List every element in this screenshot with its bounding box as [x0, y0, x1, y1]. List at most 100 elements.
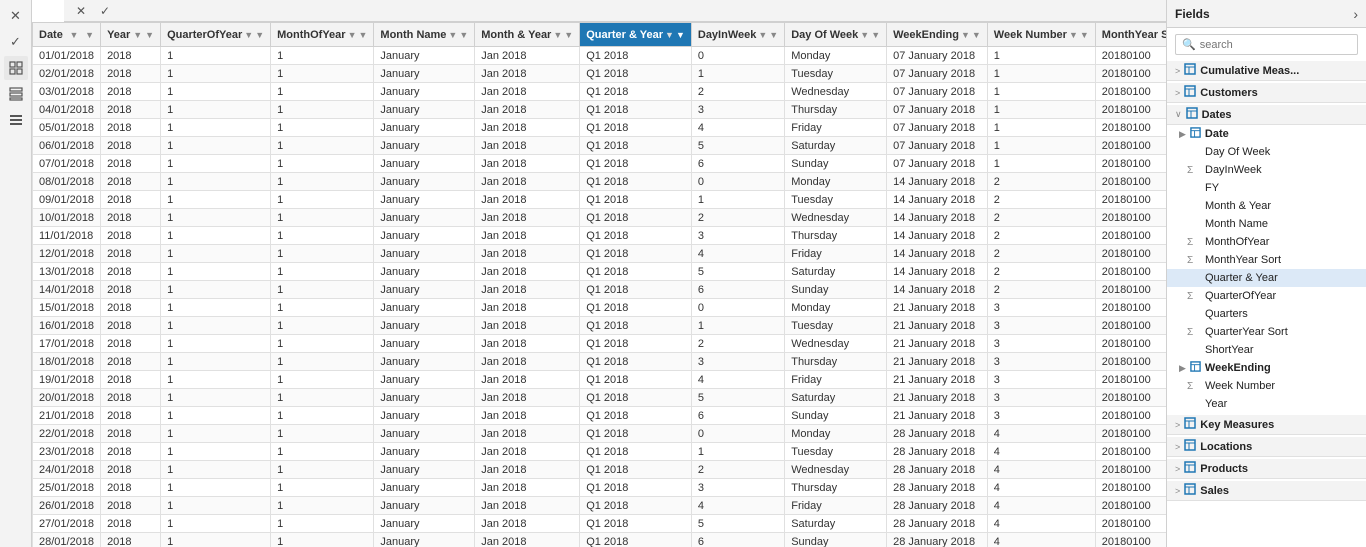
- field-item-quarterofyear[interactable]: Σ QuarterOfYear: [1167, 287, 1366, 305]
- list-icon[interactable]: [4, 108, 28, 132]
- col-header-week-number[interactable]: Week Number ▼ ▼: [987, 23, 1095, 47]
- table-cell: 6: [691, 533, 784, 547]
- table-cell: 2018: [101, 137, 161, 155]
- subgroup-label: WeekEnding: [1205, 362, 1358, 374]
- group-label: Products: [1200, 463, 1358, 475]
- table-cell: 05/01/2018: [33, 119, 101, 137]
- field-group-header-locations[interactable]: > Locations: [1167, 437, 1366, 457]
- field-subgroup-date[interactable]: ▶ Date: [1167, 125, 1366, 143]
- col-header-month-&-year[interactable]: Month & Year ▼ ▼: [475, 23, 580, 47]
- filter-icon[interactable]: ▼: [769, 30, 778, 40]
- filter-icon[interactable]: ▼: [564, 30, 573, 40]
- table-cell: 20180100: [1095, 425, 1166, 443]
- table-row: 13/01/2018201811JanuaryJan 2018Q1 20185S…: [33, 263, 1167, 281]
- table-cell: 2018: [101, 425, 161, 443]
- field-item-quarteryear-sort[interactable]: Σ QuarterYear Sort: [1167, 323, 1366, 341]
- table-cell: 1: [161, 479, 271, 497]
- field-item-month-&-year[interactable]: Month & Year: [1167, 197, 1366, 215]
- field-item-fy[interactable]: FY: [1167, 179, 1366, 197]
- table-cell: January: [374, 245, 475, 263]
- sort-icon: ▼: [348, 30, 357, 40]
- table-cell: 1: [987, 83, 1095, 101]
- close-icon[interactable]: ✕: [4, 4, 28, 28]
- table-cell: 01/01/2018: [33, 47, 101, 65]
- table-cell: Monday: [785, 425, 887, 443]
- table-cell: 2018: [101, 65, 161, 83]
- table-cell: Jan 2018: [475, 461, 580, 479]
- field-item-week-number[interactable]: Σ Week Number: [1167, 377, 1366, 395]
- field-group-header-sales[interactable]: > Sales: [1167, 481, 1366, 501]
- col-header-dayinweek[interactable]: DayInWeek ▼ ▼: [691, 23, 784, 47]
- field-item-dayinweek[interactable]: Σ DayInWeek: [1167, 161, 1366, 179]
- col-header-monthyear-sort[interactable]: MonthYear Sort ▼ ▼: [1095, 23, 1166, 47]
- table-row: 12/01/2018201811JanuaryJan 2018Q1 20184F…: [33, 245, 1167, 263]
- search-input[interactable]: [1200, 39, 1351, 51]
- filter-icon[interactable]: ▼: [459, 30, 468, 40]
- col-header-quarterofyear[interactable]: QuarterOfYear ▼ ▼: [161, 23, 271, 47]
- field-label: Quarter & Year: [1205, 272, 1278, 284]
- field-subgroup-weekending[interactable]: ▶ WeekEnding: [1167, 359, 1366, 377]
- table-cell: 03/01/2018: [33, 83, 101, 101]
- field-group-header-key-measures[interactable]: > Key Measures: [1167, 415, 1366, 435]
- filter-icon[interactable]: ▼: [85, 30, 94, 40]
- field-group-header-dates[interactable]: ∨ Dates: [1167, 105, 1366, 125]
- col-header-quarter-&-year[interactable]: Quarter & Year ▼ ▼: [580, 23, 692, 47]
- check-icon[interactable]: ✓: [4, 30, 28, 54]
- col-header-monthofyear[interactable]: MonthOfYear ▼ ▼: [271, 23, 374, 47]
- field-group-header-customers[interactable]: > Customers: [1167, 83, 1366, 103]
- fields-panel: Fields › 🔍 > Cumulative Meas... > Custom…: [1166, 0, 1366, 547]
- table-icon[interactable]: [4, 82, 28, 106]
- filter-icon[interactable]: ▼: [871, 30, 880, 40]
- filter-icon[interactable]: ▼: [145, 30, 154, 40]
- field-item-quarter-&-year[interactable]: Quarter & Year: [1167, 269, 1366, 287]
- field-label: QuarterOfYear: [1205, 290, 1276, 302]
- field-group-header-cumulative-measures[interactable]: > Cumulative Meas...: [1167, 61, 1366, 81]
- col-header-month-name[interactable]: Month Name ▼ ▼: [374, 23, 475, 47]
- table-body: 01/01/2018201811JanuaryJan 2018Q1 20180M…: [33, 47, 1167, 547]
- field-group-header-products[interactable]: > Products: [1167, 459, 1366, 479]
- filter-icon[interactable]: ▼: [255, 30, 264, 40]
- table-cell: 20180100: [1095, 317, 1166, 335]
- field-item-day-of-week[interactable]: Day Of Week: [1167, 143, 1366, 161]
- table-cell: 3: [987, 317, 1095, 335]
- table-cell: 1: [161, 299, 271, 317]
- table-cell: Thursday: [785, 353, 887, 371]
- table-cell: 14 January 2018: [887, 281, 988, 299]
- table-cell: 20180100: [1095, 83, 1166, 101]
- field-item-quarters[interactable]: Quarters: [1167, 305, 1366, 323]
- action-close-icon[interactable]: ✕: [72, 2, 90, 20]
- filter-icon[interactable]: ▼: [676, 30, 685, 40]
- search-box[interactable]: 🔍: [1175, 34, 1358, 55]
- filter-icon[interactable]: ▼: [972, 30, 981, 40]
- table-cell: Q1 2018: [580, 425, 692, 443]
- filter-icon[interactable]: ▼: [358, 30, 367, 40]
- table-cell: 13/01/2018: [33, 263, 101, 281]
- field-item-monthyear-sort[interactable]: Σ MonthYear Sort: [1167, 251, 1366, 269]
- field-item-year[interactable]: Year: [1167, 395, 1366, 413]
- grid-icon[interactable]: [4, 56, 28, 80]
- field-item-monthofyear[interactable]: Σ MonthOfYear: [1167, 233, 1366, 251]
- field-item-month-name[interactable]: Month Name: [1167, 215, 1366, 233]
- col-header-year[interactable]: Year ▼ ▼: [101, 23, 161, 47]
- fields-panel-close-icon[interactable]: ›: [1353, 6, 1358, 22]
- table-cell: January: [374, 227, 475, 245]
- table-cell: Jan 2018: [475, 47, 580, 65]
- field-item-shortyear[interactable]: ShortYear: [1167, 341, 1366, 359]
- field-label: Year: [1205, 398, 1227, 410]
- table-cell: 4: [691, 371, 784, 389]
- table-cell: 1: [271, 461, 374, 479]
- col-header-day-of-week[interactable]: Day Of Week ▼ ▼: [785, 23, 887, 47]
- col-header-weekending[interactable]: WeekEnding ▼ ▼: [887, 23, 988, 47]
- table-cell: 20180100: [1095, 263, 1166, 281]
- table-cell: January: [374, 263, 475, 281]
- table-cell: 10/01/2018: [33, 209, 101, 227]
- col-header-date[interactable]: Date ▼ ▼: [33, 23, 101, 47]
- action-check-icon[interactable]: ✓: [96, 2, 114, 20]
- table-cell: 1: [161, 515, 271, 533]
- table-cell: Q1 2018: [580, 155, 692, 173]
- table-cell: 20180100: [1095, 479, 1166, 497]
- table-cell: 1: [161, 191, 271, 209]
- filter-icon[interactable]: ▼: [1080, 30, 1089, 40]
- table-cell: January: [374, 479, 475, 497]
- table-cell: 14 January 2018: [887, 209, 988, 227]
